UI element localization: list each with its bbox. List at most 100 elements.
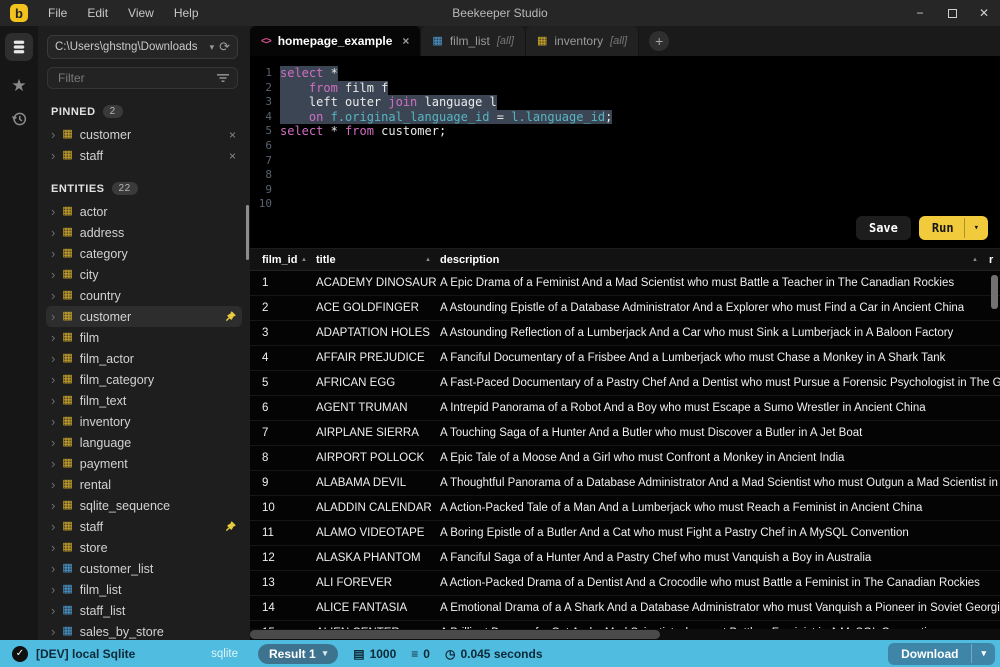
sql-editor[interactable]: 1select *2 from film f3 left outer join … bbox=[250, 56, 1000, 248]
pinned-item-staff[interactable]: ›▦staff× bbox=[46, 145, 242, 166]
chevron-right-icon[interactable]: › bbox=[51, 373, 55, 386]
sidebar-scrollbar[interactable] bbox=[246, 205, 249, 260]
table-row[interactable]: 10ALADDIN CALENDARA Action-Packed Tale o… bbox=[250, 496, 1000, 521]
chevron-right-icon[interactable]: › bbox=[51, 562, 55, 575]
table-row[interactable]: 14ALICE FANTASIAA Emotional Drama of a A… bbox=[250, 596, 1000, 621]
new-tab-button[interactable]: + bbox=[649, 31, 669, 51]
vertical-scrollbar[interactable] bbox=[991, 275, 998, 309]
chevron-right-icon[interactable]: › bbox=[51, 436, 55, 449]
chevron-right-icon[interactable]: › bbox=[51, 478, 55, 491]
result-selector[interactable]: Result 1 ▾ bbox=[258, 644, 338, 664]
table-row[interactable]: 9ALABAMA DEVILA Thoughtful Panorama of a… bbox=[250, 471, 1000, 496]
history-icon[interactable] bbox=[10, 110, 28, 128]
pin-icon[interactable] bbox=[225, 311, 236, 322]
horizontal-scrollbar[interactable] bbox=[250, 630, 660, 639]
entity-item-inventory[interactable]: ›▦inventory bbox=[46, 411, 242, 432]
sort-arrow-icon[interactable]: ▲ bbox=[425, 257, 431, 263]
chevron-right-icon[interactable]: › bbox=[51, 247, 55, 260]
tab-film_list[interactable]: ▦film_list[all] bbox=[421, 26, 526, 56]
favorites-star-icon[interactable]: ★ bbox=[11, 77, 26, 94]
table-row[interactable]: 2ACE GOLDFINGERA Astounding Epistle of a… bbox=[250, 296, 1000, 321]
table-row[interactable]: 3ADAPTATION HOLESA Astounding Reflection… bbox=[250, 321, 1000, 346]
entity-item-city[interactable]: ›▦city bbox=[46, 264, 242, 285]
save-button[interactable]: Save bbox=[856, 216, 911, 240]
chevron-right-icon[interactable]: › bbox=[51, 352, 55, 365]
menu-edit[interactable]: Edit bbox=[77, 6, 118, 20]
table-row[interactable]: 8AIRPORT POLLOCKA Epic Tale of a Moose A… bbox=[250, 446, 1000, 471]
entity-item-country[interactable]: ›▦country bbox=[46, 285, 242, 306]
entity-item-rental[interactable]: ›▦rental bbox=[46, 474, 242, 495]
filter-input[interactable] bbox=[56, 70, 217, 86]
table-row[interactable]: 4AFFAIR PREJUDICEA Fanciful Documentary … bbox=[250, 346, 1000, 371]
tab-homepage_example[interactable]: <>homepage_example× bbox=[250, 26, 421, 56]
entity-item-sqlite_sequence[interactable]: ›▦sqlite_sequence bbox=[46, 495, 242, 516]
tables-panel-button[interactable] bbox=[5, 33, 33, 61]
table-row[interactable]: 11ALAMO VIDEOTAPEA Boring Epistle of a B… bbox=[250, 521, 1000, 546]
entity-item-address[interactable]: ›▦address bbox=[46, 222, 242, 243]
chevron-right-icon[interactable]: › bbox=[51, 128, 55, 141]
connection-selector[interactable]: C:\Users\ghstng\Downloads ▾ ⟳ bbox=[47, 35, 238, 59]
refresh-icon[interactable]: ⟳ bbox=[219, 39, 230, 55]
chevron-right-icon[interactable]: › bbox=[51, 331, 55, 344]
chevron-right-icon[interactable]: › bbox=[51, 149, 55, 162]
column-header-description[interactable]: description▲ bbox=[440, 249, 987, 270]
table-row[interactable]: 1ACADEMY DINOSAURA Epic Drama of a Femin… bbox=[250, 271, 1000, 296]
table-row[interactable]: 13ALI FOREVERA Action-Packed Drama of a … bbox=[250, 571, 1000, 596]
table-row[interactable]: 6AGENT TRUMANA Intrepid Panorama of a Ro… bbox=[250, 396, 1000, 421]
chevron-right-icon[interactable]: › bbox=[51, 415, 55, 428]
close-tab-icon[interactable]: × bbox=[402, 34, 409, 48]
entity-item-film[interactable]: ›▦film bbox=[46, 327, 242, 348]
menu-help[interactable]: Help bbox=[164, 6, 209, 20]
entity-item-staff_list[interactable]: ›▦staff_list bbox=[46, 600, 242, 621]
filter-icon[interactable] bbox=[217, 73, 229, 83]
pin-icon[interactable] bbox=[225, 521, 236, 532]
entity-item-staff[interactable]: ›▦staff bbox=[46, 516, 242, 537]
chevron-right-icon[interactable]: › bbox=[51, 226, 55, 239]
table-row[interactable]: 5AFRICAN EGGA Fast-Paced Documentary of … bbox=[250, 371, 1000, 396]
entity-item-sales_by_store[interactable]: ›▦sales_by_store bbox=[46, 621, 242, 640]
tab-inventory[interactable]: ▦inventory[all] bbox=[526, 26, 639, 56]
chevron-right-icon[interactable]: › bbox=[51, 310, 55, 323]
entity-item-customer[interactable]: ›▦customer bbox=[46, 306, 242, 327]
menu-file[interactable]: File bbox=[38, 6, 77, 20]
run-button[interactable]: Run ▾ bbox=[919, 216, 988, 240]
entity-item-film_category[interactable]: ›▦film_category bbox=[46, 369, 242, 390]
chevron-right-icon[interactable]: › bbox=[51, 268, 55, 281]
entity-item-film_list[interactable]: ›▦film_list bbox=[46, 579, 242, 600]
download-dropdown-icon[interactable]: ▾ bbox=[971, 644, 995, 663]
chevron-right-icon[interactable]: › bbox=[51, 394, 55, 407]
maximize-icon[interactable] bbox=[936, 0, 968, 26]
pinned-item-customer[interactable]: ›▦customer× bbox=[46, 124, 242, 145]
chevron-right-icon[interactable]: › bbox=[51, 520, 55, 533]
entity-item-store[interactable]: ›▦store bbox=[46, 537, 242, 558]
sort-arrow-icon[interactable]: ▲ bbox=[301, 257, 307, 263]
minimize-icon[interactable]: − bbox=[904, 0, 936, 26]
close-window-icon[interactable]: ✕ bbox=[968, 0, 1000, 26]
entity-item-payment[interactable]: ›▦payment bbox=[46, 453, 242, 474]
table-row[interactable]: 7AIRPLANE SIERRAA Touching Saga of a Hun… bbox=[250, 421, 1000, 446]
entity-item-customer_list[interactable]: ›▦customer_list bbox=[46, 558, 242, 579]
chevron-right-icon[interactable]: › bbox=[51, 625, 55, 638]
entity-item-language[interactable]: ›▦language bbox=[46, 432, 242, 453]
entity-item-category[interactable]: ›▦category bbox=[46, 243, 242, 264]
sort-arrow-icon[interactable]: ▲ bbox=[972, 257, 978, 263]
entity-item-actor[interactable]: ›▦actor bbox=[46, 201, 242, 222]
table-row[interactable]: 12ALASKA PHANTOMA Fanciful Saga of a Hun… bbox=[250, 546, 1000, 571]
chevron-right-icon[interactable]: › bbox=[51, 289, 55, 302]
unpin-icon[interactable]: × bbox=[229, 150, 236, 162]
chevron-right-icon[interactable]: › bbox=[51, 541, 55, 554]
column-header-film_id[interactable]: film_id▲ bbox=[250, 249, 316, 270]
download-button[interactable]: Download ▾ bbox=[888, 643, 995, 665]
menu-view[interactable]: View bbox=[118, 6, 164, 20]
chevron-right-icon[interactable]: › bbox=[51, 499, 55, 512]
chevron-right-icon[interactable]: › bbox=[51, 457, 55, 470]
unpin-icon[interactable]: × bbox=[229, 129, 236, 141]
chevron-right-icon[interactable]: › bbox=[51, 205, 55, 218]
chevron-right-icon[interactable]: › bbox=[51, 604, 55, 617]
chevron-right-icon[interactable]: › bbox=[51, 583, 55, 596]
entity-item-film_text[interactable]: ›▦film_text bbox=[46, 390, 242, 411]
column-header-partial[interactable]: r bbox=[987, 249, 1000, 270]
column-header-title[interactable]: title▲ bbox=[316, 249, 440, 270]
entity-item-film_actor[interactable]: ›▦film_actor bbox=[46, 348, 242, 369]
run-dropdown-icon[interactable]: ▾ bbox=[964, 218, 988, 238]
